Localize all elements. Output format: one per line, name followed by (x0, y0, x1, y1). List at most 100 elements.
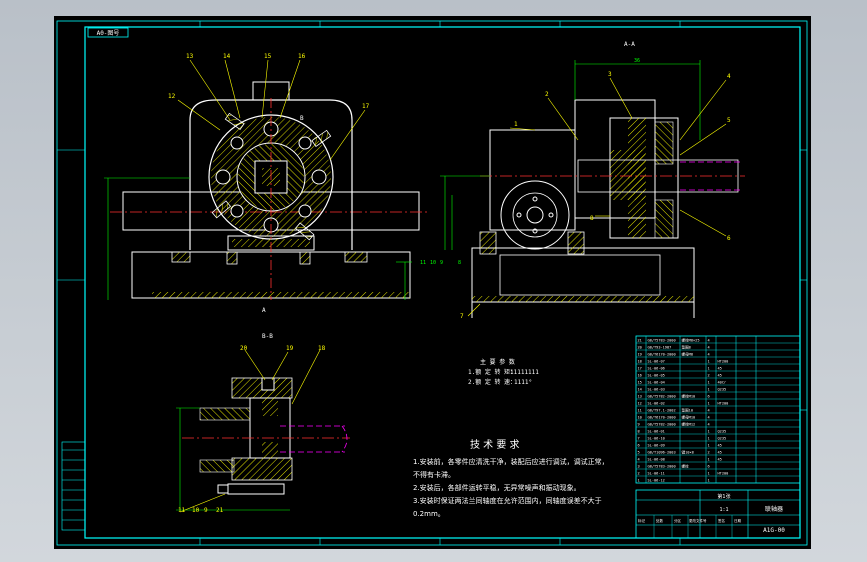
parts-list-cell: GB/T6170-2000 (648, 353, 676, 357)
parts-list-cell: 螺栓M12 (682, 422, 696, 427)
parts-list-cell: SL-06-05 (648, 374, 665, 378)
parts-list-cell: Q235 (718, 437, 727, 441)
parts-list-cell: GB/T1096-2003 (648, 451, 676, 455)
parts-list-cell: SL-06-12 (648, 479, 665, 483)
parts-list-cell: 8 (638, 430, 640, 434)
parts-list-cell: 15 (638, 381, 642, 385)
req-line-2: 2.安装后，各部件运转平稳，无异常噪声和振动现象。 (413, 483, 581, 492)
parts-list-cell: 2 (708, 374, 710, 378)
parts-list-cell: SL-06-02 (648, 402, 665, 406)
parts-list-cell: 21 (638, 339, 642, 343)
title-scale: 1:1 (719, 507, 728, 513)
parts-list-cell: Q235 (718, 388, 727, 392)
parts-list-cell: 6 (638, 444, 640, 448)
parts-list-cell: 螺栓 (682, 464, 690, 469)
parts-list-cell: 螺母M8 (682, 352, 694, 357)
parts-list-cell: 1 (708, 437, 710, 441)
parts-list-cell: GB/T93-1987 (648, 346, 672, 350)
balloon-17: 17 (362, 103, 370, 110)
parts-list-cell: 4 (708, 423, 710, 427)
balloon-10: 10 (192, 507, 200, 514)
parts-list-cell: GB/T97.1-2002 (648, 409, 676, 413)
parts-list-cell: 1 (708, 472, 710, 476)
parts-list-cell: 键10×8 (682, 450, 694, 455)
balloon-18: 18 (318, 345, 326, 352)
spec-value-2: 1111° (514, 379, 532, 386)
parts-list-cell: 1 (708, 479, 710, 483)
rev-label-0: 标记 (638, 518, 646, 523)
parts-list-cell: 螺栓M10 (682, 394, 696, 399)
req-line-3: 3.安装时保证两法兰同轴度在允许范围内，同轴度误差不大于 (413, 496, 602, 505)
parts-list-cell: 9 (638, 423, 640, 427)
parts-list-cell: 3 (638, 465, 640, 469)
parts-list-cell: 45 (718, 458, 722, 462)
balloon-20: 20 (240, 345, 248, 352)
parts-list-cell: 45 (718, 451, 722, 455)
parts-list-cell: SL-06-11 (648, 472, 665, 476)
parts-list-cell: 13 (638, 395, 642, 399)
parts-list-cell: 12 (638, 402, 642, 406)
rev-label-4: 签名 (718, 518, 725, 523)
parts-list-cell: 4 (708, 416, 710, 420)
side-label-9: 9 (440, 260, 443, 266)
parts-list-cell: 垫圈10 (682, 408, 694, 413)
balloon-15: 15 (264, 53, 272, 60)
spec-line-1: 1.额 定 转 矩： (468, 368, 516, 376)
parts-list-cell: 18 (638, 360, 642, 364)
parts-list-cell: SL-06-04 (648, 381, 665, 385)
rev-label-2: 分区 (674, 518, 682, 523)
parts-list-cell: 11 (638, 409, 642, 413)
side-label-10: 10 (430, 260, 436, 266)
rev-label-1: 处数 (656, 518, 664, 523)
balloon-4: 4 (727, 73, 731, 80)
parts-list-cell: GB/T5783-2000 (648, 465, 676, 469)
req-line-0: 1.安装前，各零件应清洗干净，装配后应进行调试，调试正常， (413, 457, 609, 466)
requirements-heading: 技 术 要 求 (470, 438, 520, 451)
parts-list-cell: 4 (708, 353, 710, 357)
parts-list-cell: 40Cr (718, 381, 727, 385)
req-line-4: 0.2mm。 (413, 510, 445, 518)
parts-list-cell: GB/T5782-2000 (648, 395, 676, 399)
parts-list-cell: 14 (638, 388, 642, 392)
rev-label-5: 日期 (734, 518, 742, 523)
parts-list-cell: SL-06-09 (648, 444, 665, 448)
parts-list-cell: HT200 (718, 360, 729, 364)
parts-list-cell: 1 (708, 402, 710, 406)
parts-list-cell: SL-06-01 (648, 430, 665, 434)
section-mark-b: B (300, 115, 304, 122)
section-aa-label: A-A (624, 41, 635, 48)
section-mark-a: A (262, 307, 266, 314)
dim-top: 36 (634, 58, 640, 64)
title-stamp: A0-图号 (97, 30, 120, 37)
side-label-11: 11 (420, 260, 426, 266)
balloon-12: 12 (168, 93, 176, 100)
parts-list-cell: 20 (638, 346, 642, 350)
parts-list-cell: 1 (638, 479, 640, 483)
balloon-21: 21 (216, 507, 224, 514)
parts-list-cell: 45 (718, 367, 722, 371)
parts-list-cell: 19 (638, 353, 642, 357)
cad-viewport[interactable]: A0-图号 13 14 15 16 12 17 B A A-A 36 11 10… (0, 0, 867, 562)
parts-list-cell: Q235 (718, 430, 727, 434)
parts-list-cell: 10 (638, 416, 642, 420)
section-bb-label: B-B (262, 333, 273, 340)
balloon-3: 3 (608, 71, 612, 78)
req-line-1: 不得有卡滞。 (413, 470, 455, 479)
parts-list-cell: 6 (708, 465, 710, 469)
balloon-2: 2 (545, 91, 549, 98)
title-name: 联轴器 (765, 505, 783, 513)
spec-value-1: 11111111 (510, 369, 539, 376)
spec-line-0: 主 要 参 数 (480, 358, 515, 366)
parts-list-cell: GB/T6170-2000 (648, 416, 676, 420)
parts-list-cell: SL-06-06 (648, 367, 665, 371)
parts-list-cell: 7 (638, 437, 640, 441)
balloon-6: 6 (727, 235, 731, 242)
side-label-8: 8 (458, 260, 461, 266)
parts-list-cell: GB/T5782-2000 (648, 423, 676, 427)
title-sheet: 第1张 (717, 493, 730, 500)
parts-list-cell: 1 (708, 367, 710, 371)
parts-list-cell: 螺母M10 (682, 415, 696, 420)
parts-list-cell: 16 (638, 374, 642, 378)
balloon-9: 9 (204, 507, 208, 514)
parts-list-cell: 1 (708, 381, 710, 385)
